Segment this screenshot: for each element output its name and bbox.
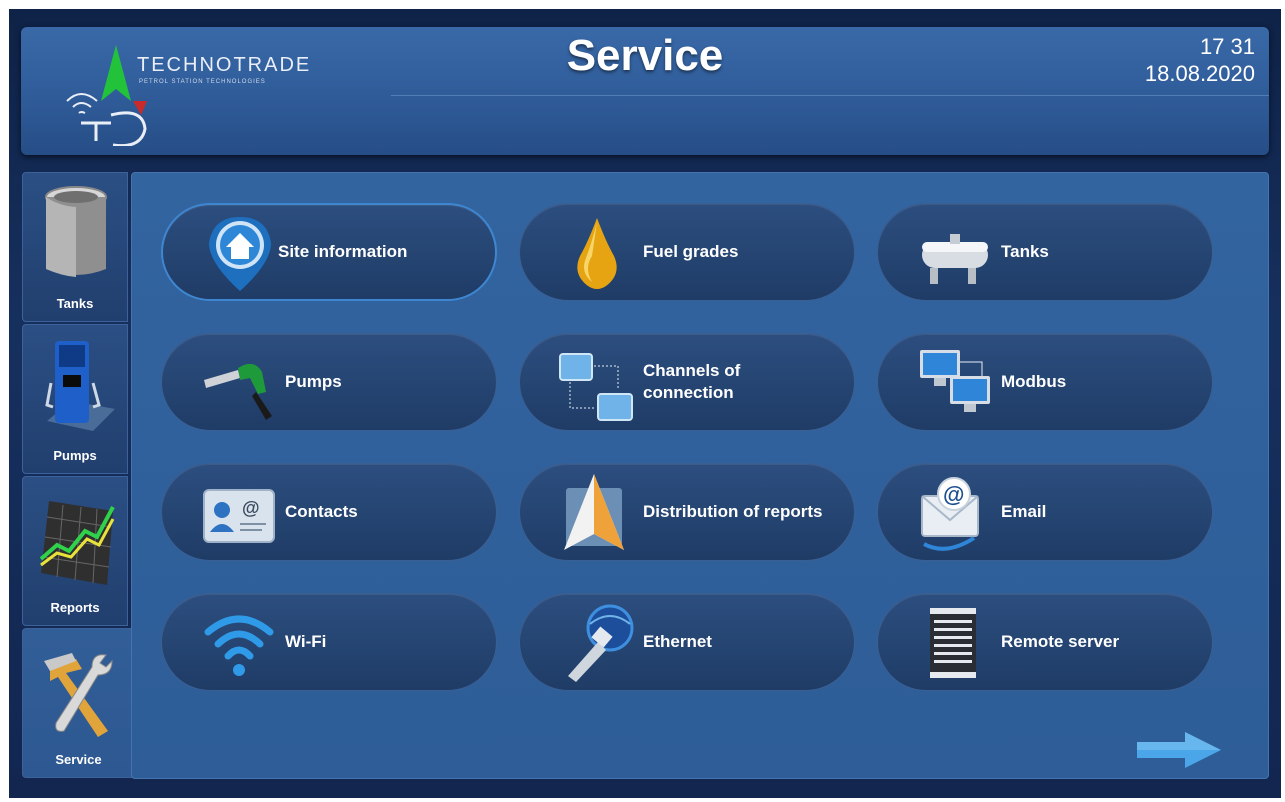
ethernet-button[interactable]: Ethernet: [519, 593, 855, 691]
menu-item-label: Email: [1001, 502, 1047, 521]
svg-text:@: @: [943, 482, 964, 507]
ethernet-icon: [568, 604, 634, 682]
home-pin-icon: [209, 217, 271, 291]
email-button[interactable]: @ Email: [877, 463, 1213, 561]
sidebar: Tanks Pumps Reports Service: [22, 172, 134, 784]
sidebar-item-label: Tanks: [56, 296, 94, 311]
wifi-icon: [204, 615, 274, 676]
sidebar-item-label: Pumps: [53, 448, 97, 463]
menu-item-label: Contacts: [285, 502, 358, 521]
menu-item-label: Channels of connection: [643, 361, 741, 402]
page-title: Service: [566, 31, 724, 80]
email-icon: @: [921, 477, 979, 551]
distribution-of-reports-button[interactable]: Distribution of reports: [519, 463, 855, 561]
chart-icon: [39, 501, 115, 585]
contact-card-icon: @: [203, 489, 275, 543]
sidebar-item-reports[interactable]: Reports: [22, 476, 128, 626]
modbus-button[interactable]: Modbus: [877, 333, 1213, 431]
sidebar-item-label: Service: [55, 752, 102, 767]
tank-icon: [45, 186, 107, 277]
sidebar-item-label: Reports: [50, 600, 100, 615]
connection-icon: [559, 353, 633, 421]
pumps-button[interactable]: Pumps: [161, 333, 497, 431]
fuel-pump-icon: [45, 341, 115, 431]
contacts-button[interactable]: @ Contacts: [161, 463, 497, 561]
sidebar-item-pumps[interactable]: Pumps: [22, 324, 128, 474]
site-information-button[interactable]: Site information: [161, 203, 497, 301]
clock: 17 31 18.08.2020: [1145, 33, 1255, 87]
computers-icon: [920, 350, 990, 412]
fuel-nozzle-icon: [204, 363, 272, 420]
svg-text:@: @: [242, 498, 260, 518]
tank-icon: [922, 234, 988, 284]
menu-item-label: Site information: [278, 242, 408, 261]
menu-item-label: Modbus: [1001, 372, 1067, 391]
clock-date: 18.08.2020: [1144, 61, 1255, 86]
next-page-arrow-icon[interactable]: [1135, 730, 1223, 770]
menu-item-label: Pumps: [285, 372, 342, 391]
server-icon: [930, 608, 976, 678]
menu-item-label: Tanks: [1001, 242, 1049, 261]
tanks-button[interactable]: Tanks: [877, 203, 1213, 301]
menu-item-label: Ethernet: [643, 632, 712, 651]
menu-item-label: Remote server: [1001, 632, 1120, 651]
sidebar-item-service[interactable]: Service: [22, 628, 134, 778]
oil-drop-icon: [577, 218, 617, 289]
tools-icon: [44, 653, 113, 737]
menu-item-label: Distribution of reports: [643, 502, 823, 521]
clock-time: 17 31: [1199, 34, 1255, 59]
fuel-grades-button[interactable]: Fuel grades: [519, 203, 855, 301]
wifi-button[interactable]: Wi-Fi: [161, 593, 497, 691]
header-divider: [391, 95, 1269, 96]
header-bar: TECHNOTRADE PETROL STATION TECHNOLOGIES …: [21, 27, 1269, 155]
channels-of-connection-button[interactable]: Channels of connection: [519, 333, 855, 431]
remote-server-button[interactable]: Remote server: [877, 593, 1213, 691]
menu-item-label: Fuel grades: [643, 242, 739, 261]
menu-item-label: Wi-Fi: [285, 632, 327, 651]
sidebar-item-tanks[interactable]: Tanks: [22, 172, 128, 322]
send-icon: [564, 474, 624, 550]
